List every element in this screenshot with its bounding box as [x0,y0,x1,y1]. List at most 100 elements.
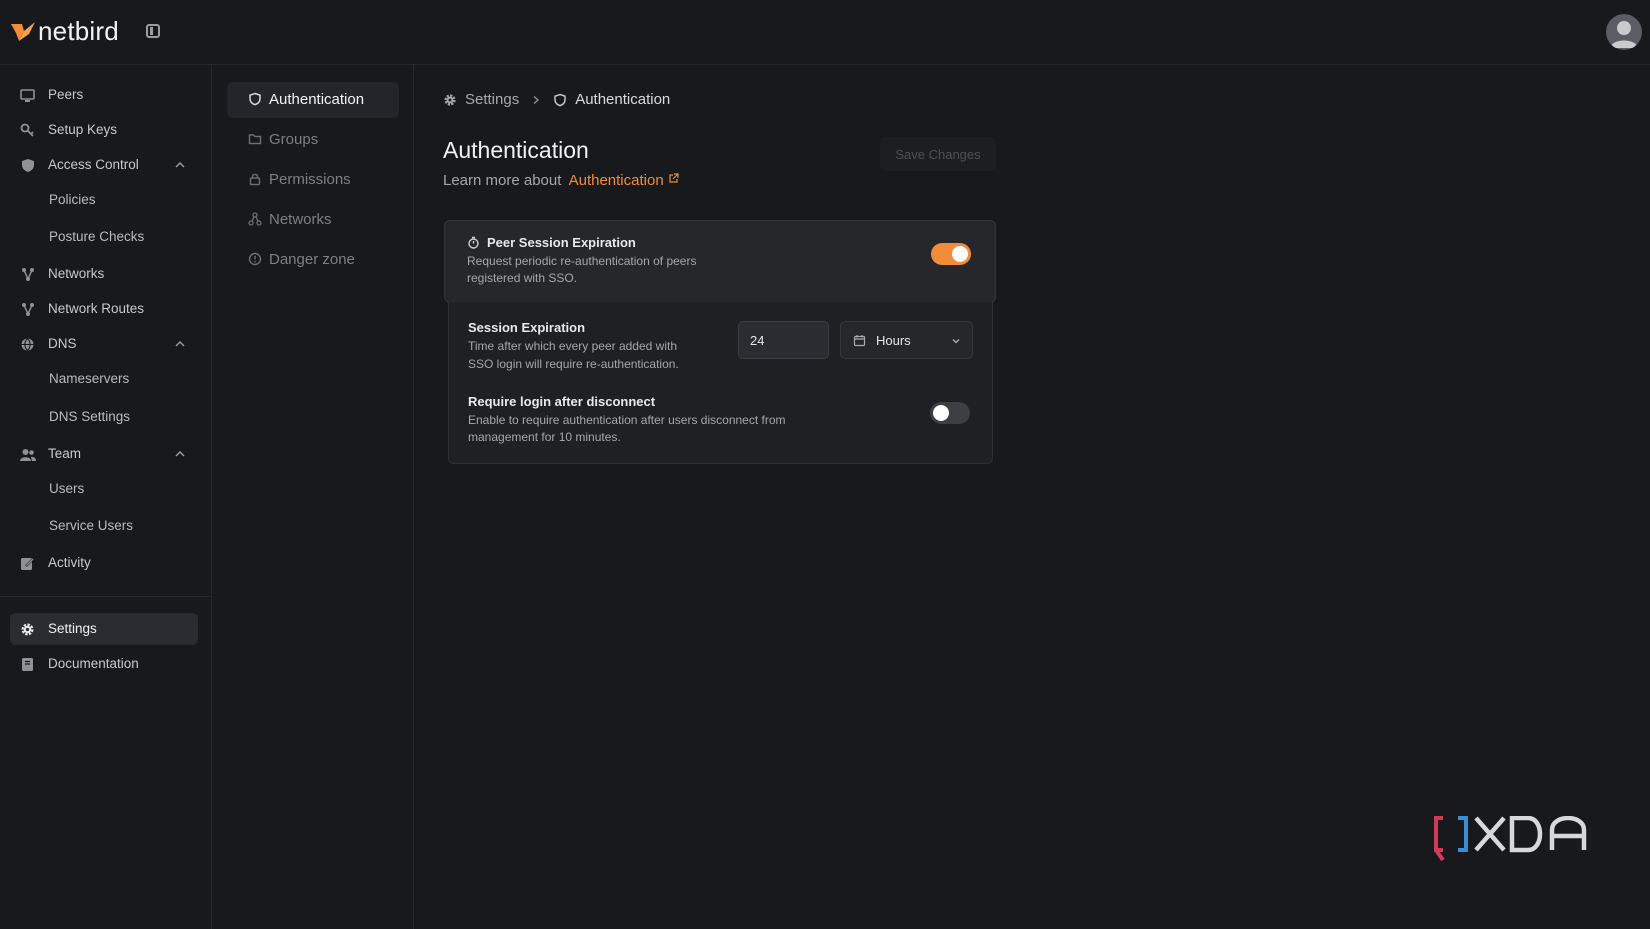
sidebar-item-dns-settings[interactable]: DNS Settings [49,409,130,424]
learn-more-text: Learn more about Authentication [443,172,679,189]
session-expiration-input[interactable] [738,321,829,359]
chevron-down-icon [952,339,960,344]
alert-icon [248,252,262,266]
gear-icon [444,93,456,106]
sidebar-item-label: Documentation [48,656,139,671]
sidebar-item-access-control[interactable]: Access Control [10,149,198,181]
tab-label: Networks [269,211,332,228]
monitor-icon [19,87,36,104]
logo[interactable]: netbird [10,16,119,47]
peer-session-title: Peer Session Expiration [487,235,636,250]
authentication-docs-link[interactable]: Authentication [569,172,679,189]
sidebar-item-dns[interactable]: DNS [10,328,198,360]
route-icon [19,301,36,318]
learn-more-prefix: Learn more about [443,172,562,189]
sidebar-item-label: Settings [48,621,97,636]
shield-icon [19,157,36,174]
tab-permissions[interactable]: Permissions [227,162,399,198]
learn-more-link-label: Authentication [568,172,664,189]
sidebar-item-setup-keys[interactable]: Setup Keys [10,114,198,146]
peer-session-expiration-card: Peer Session Expiration Request periodic… [444,220,996,303]
session-unit-value: Hours [876,333,911,348]
top-bar: netbird [0,0,1650,65]
peer-session-expiration-toggle[interactable] [931,243,971,265]
chevron-up-icon[interactable] [174,338,186,350]
sidebar-item-nameservers[interactable]: Nameservers [49,371,129,386]
tab-label: Permissions [269,171,351,188]
folder-icon [248,134,262,145]
page-title: Authentication [443,137,589,163]
users-icon [19,446,36,463]
sidebar: Peers Setup Keys Access Control Policies… [0,65,212,929]
sidebar-item-network-routes[interactable]: Network Routes [10,293,198,325]
sidebar-item-label: Setup Keys [48,122,118,137]
xda-watermark [1434,815,1588,862]
tab-authentication[interactable]: Authentication [227,82,399,118]
tab-networks[interactable]: Networks [227,202,399,238]
sidebar-item-users[interactable]: Users [49,481,84,496]
tab-danger-zone[interactable]: Danger zone [227,242,399,278]
chevron-up-icon[interactable] [174,448,186,460]
book-icon [19,656,36,673]
gear-icon [19,621,36,638]
sidebar-item-label: Activity [48,555,91,570]
session-unit-select[interactable]: Hours [840,321,973,359]
sidebar-item-documentation[interactable]: Documentation [10,648,198,680]
sidebar-item-peers[interactable]: Peers [10,79,198,111]
lock-icon [249,173,261,186]
network-icon [248,212,262,226]
brand-name: netbird [38,16,119,46]
sidebar-item-label: Access Control [48,157,139,172]
tab-label: Danger zone [269,251,355,268]
network-icon [19,266,36,283]
breadcrumb-settings[interactable]: Settings [465,91,519,108]
tab-label: Groups [269,131,319,148]
shield-icon [554,93,566,106]
sidebar-item-settings[interactable]: Settings [10,613,198,645]
external-link-icon [669,173,679,183]
session-expiration-title: Session Expiration [468,320,586,335]
sidebar-item-label: Networks [48,266,105,281]
sidebar-item-service-users[interactable]: Service Users [49,518,133,533]
require-login-desc-line1: Enable to require authentication after u… [468,413,786,427]
sidebar-item-team[interactable]: Team [10,438,198,470]
sidebar-item-networks[interactable]: Networks [10,258,198,290]
chevron-right-icon [533,95,540,104]
session-expiration-desc-line2: SSO login will require re-authentication… [468,357,679,371]
sidebar-item-policies[interactable]: Policies [49,192,96,207]
tab-groups[interactable]: Groups [227,122,399,158]
tab-label: Authentication [269,91,365,108]
require-login-desc-line2: management for 10 minutes. [468,430,621,444]
calendar-icon [853,335,866,347]
sidebar-item-label: Peers [48,87,84,102]
peer-session-desc-line1: Request periodic re-authentication of pe… [467,254,697,268]
save-changes-button[interactable]: Save Changes [880,137,996,171]
chevron-up-icon[interactable] [174,159,186,171]
sidebar-item-posture-checks[interactable]: Posture Checks [49,229,144,244]
avatar[interactable] [1606,14,1642,50]
require-login-title: Require login after disconnect [468,394,656,409]
toggle-knob [933,405,949,421]
globe-icon [19,336,36,353]
activity-icon [19,555,36,572]
breadcrumb-current: Authentication [575,91,671,108]
toggle-knob [952,246,968,262]
sidebar-item-label: Team [48,446,82,461]
sidebar-item-activity[interactable]: Activity [10,547,198,579]
user-avatar-icon [1610,21,1638,48]
shield-icon [249,92,261,106]
netbird-logo-icon [11,21,35,41]
xda-logo [1434,815,1587,862]
sidebar-toggle-icon[interactable] [146,24,160,38]
sidebar-item-label: Network Routes [48,301,145,316]
app-root: netbird Peers Setup Keys Access Control … [0,0,1650,929]
sidebar-divider [0,596,212,597]
peer-session-desc-line2: registered with SSO. [467,271,578,285]
timer-icon [468,236,479,249]
require-login-after-disconnect-toggle[interactable] [930,402,970,424]
session-expiration-desc-line1: Time after which every peer added with [468,339,677,353]
settings-subnav: Authentication Groups Permissions Networ… [212,65,414,929]
sidebar-item-label: DNS [48,336,77,351]
key-icon [19,122,36,139]
breadcrumb: Settings Authentication [443,91,670,108]
